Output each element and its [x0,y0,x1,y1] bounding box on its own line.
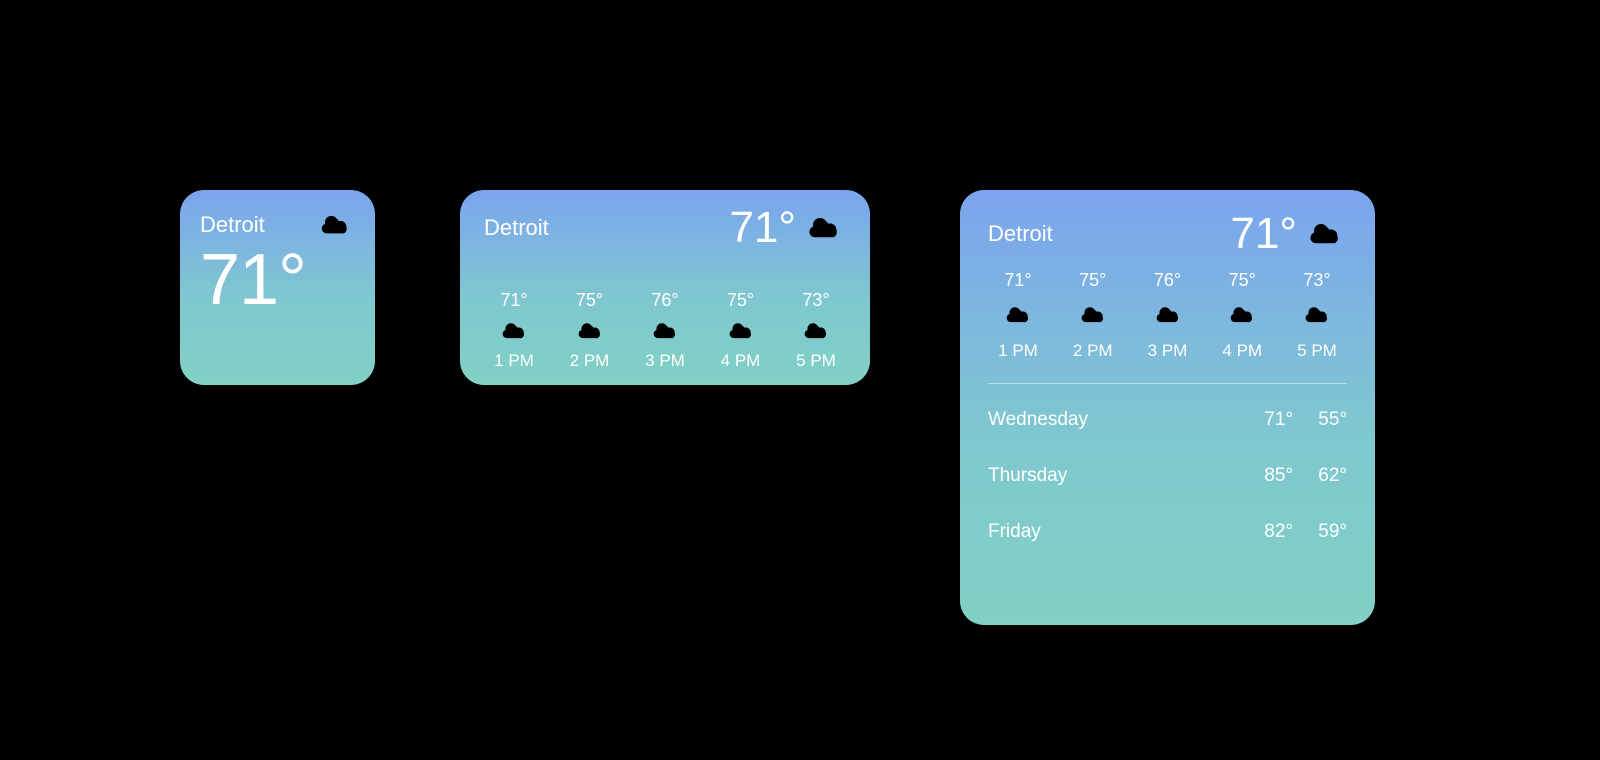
hourly-forecast: 71° 1 PM 75° 2 PM 76° 3 PM 75° 4 PM 73° … [484,290,846,371]
daily-item: Friday 82° 59° [988,504,1347,560]
hour-temp: 73° [802,290,829,311]
hour-label: 1 PM [998,341,1038,361]
day-low: 62° [1293,465,1347,487]
hour-label: 2 PM [570,351,610,371]
weather-widget-large[interactable]: Detroit 71° 71° 1 PM 75° 2 PM 76° 3 PM 7… [960,190,1375,625]
hourly-forecast: 71° 1 PM 75° 2 PM 76° 3 PM 75° 4 PM 73° … [988,270,1347,361]
sun-cloud-icon [1075,301,1111,329]
hour-temp: 71° [500,290,527,311]
sun-cloud-icon [802,210,846,246]
location-label: Detroit [200,214,265,236]
hour-temp: 76° [1154,270,1181,291]
hourly-item: 73° 5 PM [1287,270,1347,361]
hourly-item: 75° 2 PM [560,290,620,371]
hour-label: 3 PM [1148,341,1188,361]
hour-temp: 75° [1079,270,1106,291]
sun-cloud-icon [1224,301,1260,329]
hourly-item: 75° 4 PM [1212,270,1272,361]
day-name: Friday [988,521,1239,543]
hour-temp: 75° [727,290,754,311]
divider [988,383,1347,384]
day-name: Thursday [988,465,1239,487]
location-label: Detroit [484,215,549,241]
hour-label: 5 PM [1297,341,1337,361]
hour-temp: 73° [1303,270,1330,291]
sun-cloud-icon [1000,301,1036,329]
hour-label: 3 PM [645,351,685,371]
hour-temp: 75° [576,290,603,311]
sun-cloud-icon [1303,216,1347,252]
sun-cloud-icon [496,317,532,345]
sun-cloud-icon [572,317,608,345]
hour-label: 5 PM [796,351,836,371]
hourly-item: 76° 3 PM [1138,270,1198,361]
sun-cloud-icon [723,317,759,345]
sun-cloud-icon [798,317,834,345]
hour-temp: 75° [1229,270,1256,291]
daily-forecast: Wednesday 71° 55° Thursday 85° 62° Frida… [988,392,1347,560]
hour-label: 4 PM [1222,341,1262,361]
hour-temp: 71° [1004,270,1031,291]
hourly-item: 75° 4 PM [711,290,771,371]
day-high: 71° [1239,409,1293,431]
sun-cloud-icon [1299,301,1335,329]
hourly-item: 71° 1 PM [484,290,544,371]
hourly-item: 71° 1 PM [988,270,1048,361]
daily-item: Wednesday 71° 55° [988,392,1347,448]
daily-item: Thursday 85° 62° [988,448,1347,504]
hour-label: 1 PM [494,351,534,371]
day-high: 82° [1239,521,1293,543]
hour-temp: 76° [651,290,678,311]
weather-widget-small[interactable]: Detroit 71° [180,190,375,385]
current-temperature: 71° [729,206,796,250]
day-low: 55° [1293,409,1347,431]
hourly-item: 76° 3 PM [635,290,695,371]
weather-widget-medium[interactable]: Detroit 71° 71° 1 PM 75° 2 PM 76° 3 PM 7… [460,190,870,385]
hour-label: 4 PM [721,351,761,371]
current-temperature: 71° [200,244,355,316]
day-low: 59° [1293,521,1347,543]
hourly-item: 75° 2 PM [1063,270,1123,361]
location-label: Detroit [988,221,1053,247]
hour-label: 2 PM [1073,341,1113,361]
hourly-item: 73° 5 PM [786,290,846,371]
day-name: Wednesday [988,409,1239,431]
sun-cloud-icon [1150,301,1186,329]
current-temperature: 71° [1230,212,1297,256]
sun-cloud-icon [315,208,355,242]
day-high: 85° [1239,465,1293,487]
sun-cloud-icon [647,317,683,345]
